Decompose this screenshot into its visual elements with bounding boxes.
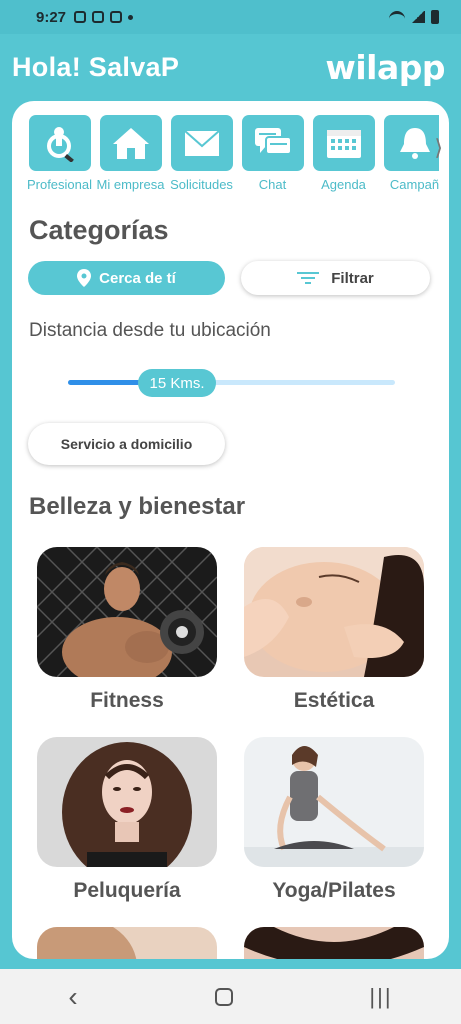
category-name: Estética bbox=[293, 689, 375, 712]
category-peluqueria[interactable]: Peluquería bbox=[37, 737, 217, 903]
battery-icon bbox=[431, 10, 439, 24]
system-nav-bar: ‹ ||| bbox=[0, 969, 461, 1024]
fitness-image bbox=[37, 547, 217, 677]
near-me-button[interactable]: Cerca de tí bbox=[28, 261, 225, 295]
filter-button[interactable]: Filtrar bbox=[241, 261, 430, 295]
shortcut-solicitudes[interactable]: Solicitudes bbox=[166, 115, 237, 199]
filter-label: Filtrar bbox=[331, 269, 374, 287]
slider-thumb[interactable]: 15 Kms. bbox=[138, 369, 216, 397]
status-time: 9:27 bbox=[36, 8, 67, 26]
play-notification-icon bbox=[92, 11, 105, 23]
category-name: Peluquería bbox=[73, 879, 181, 902]
distance-slider[interactable]: 15 Kms. bbox=[68, 369, 395, 397]
shortcut-label: Mi empresa bbox=[96, 177, 165, 192]
shortcut-chat[interactable]: Chat bbox=[237, 115, 308, 199]
chevron-right-icon[interactable]: ⟩ bbox=[434, 135, 443, 161]
calendar-icon bbox=[312, 115, 375, 171]
main-card: Profesional Mi empresa Solicitudes Chat … bbox=[12, 101, 449, 959]
recents-icon[interactable]: ||| bbox=[369, 984, 392, 1010]
more-notifications-icon bbox=[128, 14, 134, 20]
signal-icon bbox=[411, 11, 425, 23]
near-me-label: Cerca de tí bbox=[99, 269, 176, 287]
bell-icon bbox=[383, 115, 439, 171]
shortcut-profesional[interactable]: Profesional bbox=[24, 115, 95, 199]
categories-title: Categorías bbox=[29, 215, 169, 245]
peluqueria-image bbox=[37, 737, 217, 867]
category-next-left[interactable] bbox=[37, 927, 217, 959]
shortcut-label: Chat bbox=[258, 177, 287, 192]
chat-bubbles-icon bbox=[241, 115, 304, 171]
back-icon[interactable]: ‹ bbox=[68, 981, 77, 1013]
status-bar: 9:27 bbox=[0, 0, 461, 34]
shortcut-label: Profesional bbox=[26, 177, 93, 192]
house-icon bbox=[99, 115, 162, 171]
filter-icon bbox=[297, 272, 320, 284]
category-next-right[interactable] bbox=[244, 927, 424, 959]
shortcut-mi-empresa[interactable]: Mi empresa bbox=[95, 115, 166, 199]
envelope-icon bbox=[170, 115, 233, 171]
greeting-title: Hola! SalvaP bbox=[12, 51, 180, 82]
shortcut-label: Campañ bbox=[389, 177, 439, 192]
category-estetica[interactable]: Estética bbox=[244, 547, 424, 713]
category-name: Yoga/Pilates bbox=[272, 879, 396, 902]
category-name: Fitness bbox=[90, 689, 164, 712]
category-fitness[interactable]: Fitness bbox=[37, 547, 217, 713]
wifi-icon bbox=[389, 11, 405, 23]
shortcut-menu[interactable]: Profesional Mi empresa Solicitudes Chat … bbox=[24, 115, 439, 199]
home-icon[interactable] bbox=[214, 987, 233, 1006]
shortcut-label: Solicitudes bbox=[170, 177, 233, 192]
slider-fill bbox=[68, 380, 140, 385]
estetica-image bbox=[244, 547, 424, 677]
shortcut-campanas[interactable]: Campañ bbox=[379, 115, 439, 199]
notification-icons bbox=[74, 11, 134, 23]
yoga-pilates-image bbox=[244, 737, 424, 867]
settings-notification-icon bbox=[74, 11, 87, 23]
category-next-right-image bbox=[244, 927, 424, 959]
category-next-left-image bbox=[37, 927, 217, 959]
distance-label: Distancia desde tu ubicación bbox=[29, 320, 271, 341]
person-search-icon bbox=[28, 115, 91, 171]
section-title: Belleza y bienestar bbox=[29, 493, 246, 520]
location-pin-icon bbox=[77, 269, 92, 287]
category-yoga-pilates[interactable]: Yoga/Pilates bbox=[244, 737, 424, 903]
shortcut-label: Agenda bbox=[321, 177, 366, 192]
app-header: Hola! SalvaP wilapp bbox=[0, 34, 461, 100]
home-service-button[interactable]: Servicio a domicilio bbox=[28, 423, 225, 465]
system-status-icons bbox=[389, 10, 439, 24]
shortcut-agenda[interactable]: Agenda bbox=[308, 115, 379, 199]
instagram-notification-icon bbox=[110, 11, 123, 23]
app-logo[interactable]: wilapp bbox=[325, 48, 445, 87]
